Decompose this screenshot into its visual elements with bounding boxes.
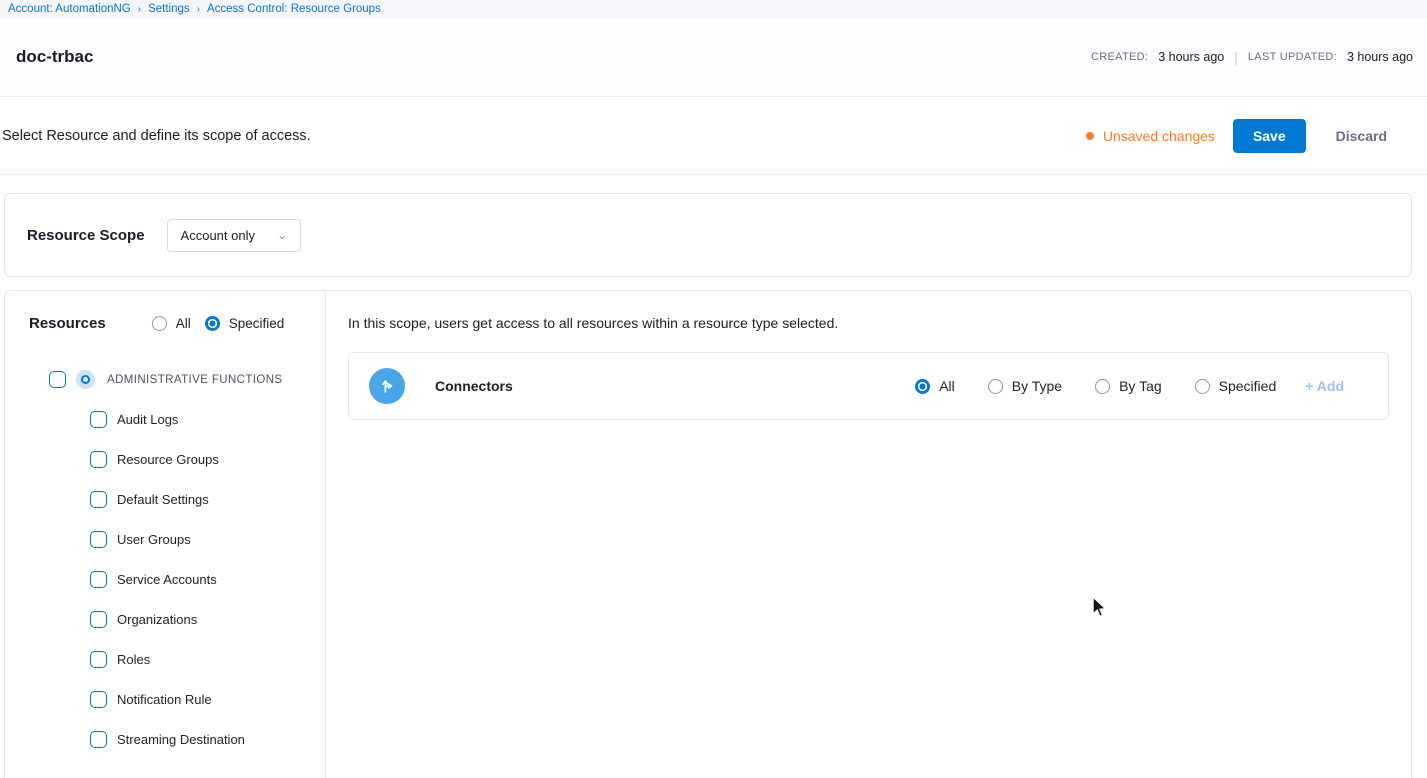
tree-row-label: Audit Logs: [117, 412, 178, 427]
toolbar-description: Select Resource and define its scope of …: [2, 128, 311, 144]
tree-row-label: User Groups: [117, 532, 191, 547]
radio-all-label: All: [176, 316, 191, 331]
connectors-radio-by-tag[interactable]: By Tag: [1095, 378, 1162, 394]
discard-button[interactable]: Discard: [1324, 119, 1399, 153]
resources-tree-panel: Resources All Specified ADMINISTRATIVE F…: [5, 291, 326, 778]
page-title: doc-trbac: [16, 47, 93, 67]
scope-description: In this scope, users get access to all r…: [348, 315, 1389, 331]
tree-row-label: Organizations: [117, 612, 197, 627]
chevron-down-icon: ⌄: [277, 231, 287, 239]
radio-specified-label: Specified: [229, 316, 285, 331]
unsaved-changes-label: Unsaved changes: [1103, 128, 1215, 144]
tree-row-label: Streaming Destination: [117, 732, 245, 747]
connectors-options: All By Type By Tag Specified + Add: [915, 378, 1388, 394]
tree-row-notification-rule[interactable]: Notification Rule: [90, 679, 325, 719]
tree-row-label: Service Accounts: [117, 572, 217, 587]
breadcrumb-settings-link[interactable]: Settings: [148, 3, 190, 15]
tree-row-label: Resource Groups: [117, 452, 219, 467]
breadcrumb-separator-icon: ›: [138, 4, 141, 15]
checkbox[interactable]: [90, 451, 107, 468]
connectors-radio-by-type[interactable]: By Type: [988, 378, 1062, 394]
meta-divider: |: [1234, 49, 1238, 65]
breadcrumb: Account: AutomationNG › Settings › Acces…: [0, 0, 1427, 18]
radio-icon[interactable]: [988, 379, 1003, 394]
add-button[interactable]: + Add: [1305, 378, 1344, 394]
checkbox[interactable]: [90, 531, 107, 548]
save-button[interactable]: Save: [1233, 119, 1306, 153]
checkbox[interactable]: [90, 411, 107, 428]
breadcrumb-resource-groups-link[interactable]: Access Control: Resource Groups: [207, 3, 381, 15]
radio-icon[interactable]: [1095, 379, 1110, 394]
resources-card: Resources All Specified ADMINISTRATIVE F…: [4, 290, 1412, 778]
radio-all-label: All: [939, 378, 955, 394]
resource-scope-label: Resource Scope: [27, 227, 145, 244]
connectors-label: Connectors: [435, 378, 513, 394]
breadcrumb-account-link[interactable]: Account: AutomationNG: [8, 3, 131, 15]
radio-by-tag-label: By Tag: [1119, 378, 1162, 394]
resources-radio-all[interactable]: All: [152, 316, 191, 331]
radio-by-type-label: By Type: [1012, 378, 1062, 394]
tree-row-user-groups[interactable]: User Groups: [90, 519, 325, 559]
tree-row-organizations[interactable]: Organizations: [90, 599, 325, 639]
tree-row-label: Roles: [117, 652, 150, 667]
radio-selected-icon[interactable]: [915, 379, 930, 394]
checkbox[interactable]: [90, 731, 107, 748]
radio-selected-icon[interactable]: [205, 316, 220, 331]
resources-detail-panel: In this scope, users get access to all r…: [326, 291, 1411, 778]
created-label: CREATED:: [1091, 51, 1148, 63]
checkbox[interactable]: [90, 691, 107, 708]
group-collapse-icon[interactable]: [76, 370, 95, 389]
tree-row-label: Notification Rule: [117, 692, 212, 707]
tree-row-resource-groups[interactable]: Resource Groups: [90, 439, 325, 479]
page-header: doc-trbac CREATED: 3 hours ago | LAST UP…: [0, 18, 1427, 97]
resources-title: Resources: [29, 315, 106, 332]
last-updated-value: 3 hours ago: [1347, 50, 1413, 64]
tree-row-service-accounts[interactable]: Service Accounts: [90, 559, 325, 599]
tree-row-streaming-destination[interactable]: Streaming Destination: [90, 719, 325, 759]
tree-row-label: Default Settings: [117, 492, 209, 507]
last-updated-label: LAST UPDATED:: [1248, 51, 1337, 63]
connectors-radio-specified[interactable]: Specified: [1195, 378, 1277, 394]
created-value: 3 hours ago: [1158, 50, 1224, 64]
radio-specified-label: Specified: [1219, 378, 1277, 394]
tree-row-roles[interactable]: Roles: [90, 639, 325, 679]
breadcrumb-separator-icon: ›: [197, 4, 200, 15]
checkbox[interactable]: [90, 571, 107, 588]
group-checkbox[interactable]: [49, 371, 66, 388]
tree-group-administrative-functions: ADMINISTRATIVE FUNCTIONS: [49, 370, 325, 389]
tree-items: Audit Logs Resource Groups Default Setti…: [90, 399, 325, 759]
resource-scope-card: Resource Scope Account only ⌄: [4, 193, 1412, 277]
checkbox[interactable]: [90, 491, 107, 508]
unsaved-dot-icon: [1086, 132, 1094, 140]
checkbox[interactable]: [90, 651, 107, 668]
resource-scope-dropdown[interactable]: Account only ⌄: [167, 219, 302, 252]
checkbox[interactable]: [90, 611, 107, 628]
group-label: ADMINISTRATIVE FUNCTIONS: [107, 374, 283, 386]
tree-row-default-settings[interactable]: Default Settings: [90, 479, 325, 519]
connectors-icon: [369, 368, 405, 404]
radio-icon[interactable]: [1195, 379, 1210, 394]
radio-icon[interactable]: [152, 316, 167, 331]
tree-row-audit-logs[interactable]: Audit Logs: [90, 399, 325, 439]
resources-radio-specified[interactable]: Specified: [205, 316, 285, 331]
header-meta: CREATED: 3 hours ago | LAST UPDATED: 3 h…: [1091, 49, 1413, 65]
resource-scope-selected-value: Account only: [181, 228, 255, 243]
unsaved-changes-status: Unsaved changes: [1086, 128, 1215, 144]
connectors-row: Connectors All By Type By Tag Specified: [348, 352, 1389, 420]
toolbar: Select Resource and define its scope of …: [0, 97, 1427, 175]
connectors-radio-all[interactable]: All: [915, 378, 955, 394]
